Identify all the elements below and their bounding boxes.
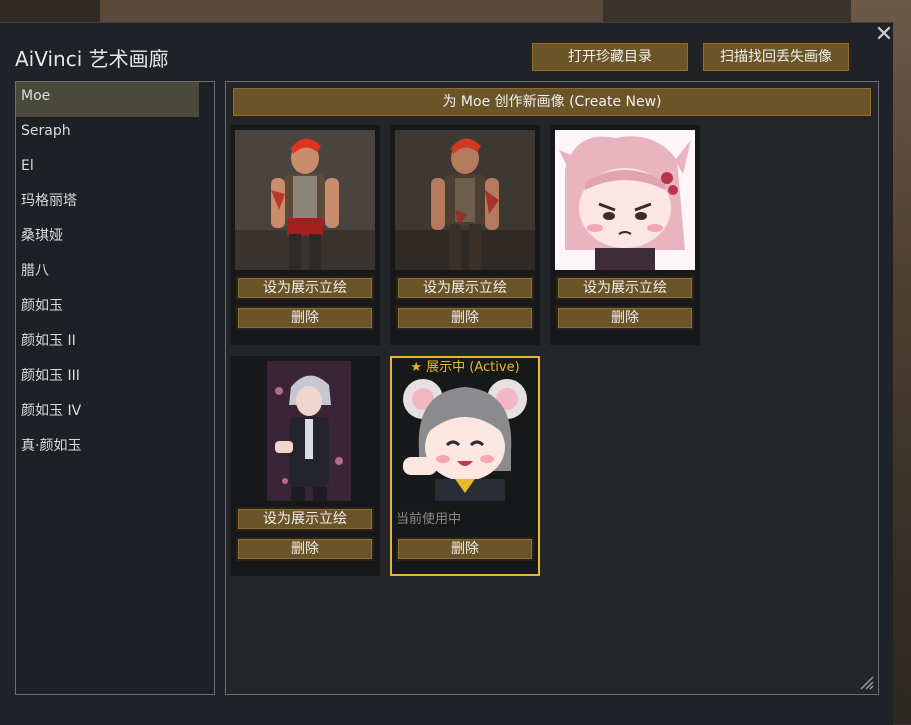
sidebar-item-laba[interactable]: 腊八 bbox=[16, 257, 214, 292]
red-haired-man-1-image[interactable] bbox=[235, 130, 375, 270]
character-list: Moe Seraph El 玛格丽塔 桑琪娅 腊八 颜如玉 颜如玉 II 颜如玉… bbox=[15, 81, 215, 695]
portrait-card-active: ★ 展示中 (Active) 当前使用中 删除 bbox=[390, 356, 540, 576]
background-world bbox=[0, 0, 100, 22]
active-badge: ★ 展示中 (Active) bbox=[410, 360, 520, 375]
in-use-label: 当前使用中 bbox=[396, 512, 462, 527]
set-display-button[interactable]: 设为展示立绘 bbox=[236, 507, 374, 531]
sidebar-item-seraph[interactable]: Seraph bbox=[16, 117, 214, 152]
close-icon[interactable]: ✕ bbox=[872, 23, 896, 47]
delete-button[interactable]: 删除 bbox=[556, 306, 694, 330]
create-new-button[interactable]: 为 Moe 创作新画像 (Create New) bbox=[231, 86, 873, 118]
sidebar-item-yanruyu[interactable]: 颜如玉 bbox=[16, 292, 214, 327]
gallery-window: AiVinci 艺术画廊 ✕ 打开珍藏目录 扫描找回丢失画像 Moe Serap… bbox=[0, 22, 893, 725]
sidebar-item-el[interactable]: El bbox=[16, 152, 214, 187]
portrait-card: 设为展示立绘 删除 bbox=[550, 125, 700, 345]
silver-haired-man-image[interactable] bbox=[235, 361, 375, 501]
sidebar-item-sangqiya[interactable]: 桑琪娅 bbox=[16, 222, 214, 257]
set-display-button[interactable]: 设为展示立绘 bbox=[236, 276, 374, 300]
window-title: AiVinci 艺术画廊 bbox=[15, 47, 169, 71]
red-haired-man-2-image[interactable] bbox=[395, 130, 535, 270]
chibi-grey-mousegirl-image[interactable] bbox=[395, 361, 535, 501]
delete-button[interactable]: 删除 bbox=[396, 306, 534, 330]
background-world-top bbox=[100, 0, 603, 22]
delete-button[interactable]: 删除 bbox=[236, 306, 374, 330]
set-display-button[interactable]: 设为展示立绘 bbox=[396, 276, 534, 300]
resize-handle-icon[interactable] bbox=[860, 676, 874, 690]
sidebar-item-moe[interactable]: Moe bbox=[16, 82, 199, 117]
sidebar-item-margarita[interactable]: 玛格丽塔 bbox=[16, 187, 214, 222]
sidebar-item-yanruyu-3[interactable]: 颜如玉 III bbox=[16, 362, 214, 397]
chibi-pink-catgirl-image[interactable] bbox=[555, 130, 695, 270]
delete-button[interactable]: 删除 bbox=[236, 537, 374, 561]
set-display-button[interactable]: 设为展示立绘 bbox=[556, 276, 694, 300]
sidebar-item-zhen-yanruyu[interactable]: 真·颜如玉 bbox=[16, 432, 214, 467]
delete-button[interactable]: 删除 bbox=[396, 537, 534, 561]
gallery-panel: 为 Moe 创作新画像 (Create New) 设为展示立绘 删除 设为展示立… bbox=[225, 81, 879, 695]
sidebar-item-yanruyu-4[interactable]: 颜如玉 IV bbox=[16, 397, 214, 432]
scan-lost-button[interactable]: 扫描找回丢失画像 bbox=[701, 41, 851, 73]
open-archive-button[interactable]: 打开珍藏目录 bbox=[530, 41, 690, 73]
portrait-card: 设为展示立绘 删除 bbox=[230, 356, 380, 576]
sidebar-item-yanruyu-2[interactable]: 颜如玉 II bbox=[16, 327, 214, 362]
portrait-card: 设为展示立绘 删除 bbox=[390, 125, 540, 345]
portrait-card: 设为展示立绘 删除 bbox=[230, 125, 380, 345]
